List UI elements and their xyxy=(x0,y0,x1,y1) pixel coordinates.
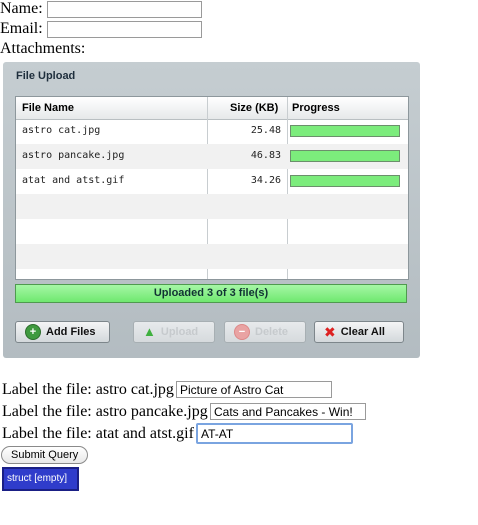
upload-label: Upload xyxy=(160,326,199,338)
column-header-progress[interactable]: Progress xyxy=(292,102,340,114)
arrow-up-icon: ▲ xyxy=(143,324,156,339)
clear-all-button[interactable]: ✖ Clear All xyxy=(314,321,404,343)
file-upload-panel: File Upload File Name Size (KB) Progress… xyxy=(3,62,420,358)
file-name: atat and atst.gif xyxy=(22,175,125,186)
empty-row xyxy=(16,194,408,219)
close-icon: ✖ xyxy=(324,324,336,340)
label-row: Label the file: atat and atst.gif xyxy=(2,425,194,443)
progress-bar xyxy=(290,150,400,162)
label-prompt: Label the file: astro pancake.jpg xyxy=(2,403,208,420)
upload-button[interactable]: ▲ Upload xyxy=(133,321,215,343)
minus-icon: − xyxy=(234,324,250,340)
add-files-label: Add Files xyxy=(46,326,96,338)
progress-fill xyxy=(291,176,399,186)
file-grid: File Name Size (KB) Progress astro cat.j… xyxy=(15,96,409,280)
label-input-astro-cat[interactable] xyxy=(176,381,332,398)
file-size: 34.26 xyxy=(250,175,281,186)
label-input-astro-pancake[interactable] xyxy=(210,403,366,420)
file-size: 46.83 xyxy=(250,150,281,161)
grid-header: File Name Size (KB) Progress xyxy=(16,97,408,120)
plus-icon: + xyxy=(25,324,41,340)
clear-all-label: Clear All xyxy=(340,326,385,338)
name-input[interactable] xyxy=(47,1,202,18)
delete-button[interactable]: − Delete xyxy=(224,321,306,343)
struct-badge: struct [empty] xyxy=(2,467,79,491)
submit-query-button[interactable]: Submit Query xyxy=(1,446,89,464)
upload-status-bar: Uploaded 3 of 3 file(s) xyxy=(15,284,407,303)
table-row[interactable]: astro cat.jpg 25.48 xyxy=(16,119,408,144)
email-label: Email: xyxy=(0,20,43,37)
delete-label: Delete xyxy=(255,326,289,338)
column-header-file-name[interactable]: File Name xyxy=(22,102,74,114)
add-files-button[interactable]: + Add Files xyxy=(15,321,110,343)
label-input-atat[interactable] xyxy=(196,423,353,444)
file-name: astro cat.jpg xyxy=(22,125,101,136)
label-row: Label the file: astro cat.jpg xyxy=(2,381,174,399)
empty-row xyxy=(16,244,408,269)
progress-bar xyxy=(290,125,400,137)
label-row: Label the file: astro pancake.jpg xyxy=(2,403,208,421)
empty-row xyxy=(16,219,408,244)
file-name: astro pancake.jpg xyxy=(22,150,125,161)
column-header-size[interactable]: Size (KB) xyxy=(230,102,278,114)
label-prompt: Label the file: astro cat.jpg xyxy=(2,381,174,398)
panel-title: File Upload xyxy=(16,70,76,82)
progress-fill xyxy=(291,151,399,161)
progress-fill xyxy=(291,126,399,136)
label-prompt: Label the file: atat and atst.gif xyxy=(2,425,194,442)
email-input[interactable] xyxy=(47,21,202,38)
table-row[interactable]: astro pancake.jpg 46.83 xyxy=(16,144,408,169)
progress-bar xyxy=(290,175,400,187)
name-label: Name: xyxy=(0,0,43,17)
table-row[interactable]: atat and atst.gif 34.26 xyxy=(16,169,408,194)
file-size: 25.48 xyxy=(250,125,281,136)
attachments-label: Attachments: xyxy=(0,40,86,57)
